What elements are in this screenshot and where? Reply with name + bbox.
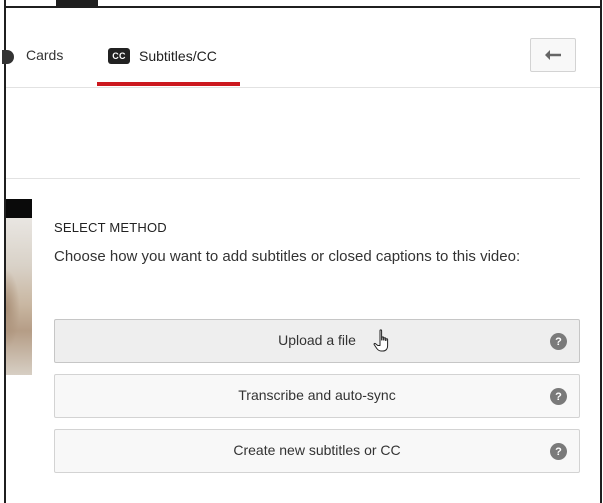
video-thumbnail-top-bar (6, 199, 32, 218)
window-border-notch (56, 0, 98, 8)
help-icon[interactable]: ? (550, 333, 567, 350)
tab-cards[interactable]: Cards (26, 47, 63, 63)
upload-file-label: Upload a file (278, 332, 356, 348)
tab-subtitles-cc[interactable]: CC Subtitles/CC (108, 45, 217, 67)
active-tab-indicator (97, 82, 240, 86)
arrow-left-icon (545, 50, 561, 60)
window-border-right (600, 0, 602, 503)
transcribe-auto-sync-label: Transcribe and auto-sync (238, 387, 396, 403)
cards-tab-icon[interactable] (2, 50, 14, 64)
closed-captions-icon: CC (108, 48, 130, 64)
upload-file-button[interactable]: Upload a file ? (54, 319, 580, 363)
section-divider (6, 178, 580, 179)
video-thumbnail-shade (6, 269, 20, 349)
video-thumbnail (6, 199, 32, 375)
tab-bar: Cards CC Subtitles/CC (2, 8, 600, 88)
back-button[interactable] (530, 38, 576, 72)
select-method-heading: SELECT METHOD (54, 220, 167, 235)
transcribe-auto-sync-button[interactable]: Transcribe and auto-sync ? (54, 374, 580, 418)
tab-bar-divider (6, 87, 600, 88)
create-new-subtitles-button[interactable]: Create new subtitles or CC ? (54, 429, 580, 473)
create-new-subtitles-label: Create new subtitles or CC (233, 442, 401, 458)
help-icon[interactable]: ? (550, 388, 567, 405)
hand-pointer-cursor-icon (373, 329, 389, 352)
select-method-description: Choose how you want to add subtitles or … (54, 248, 521, 265)
help-icon[interactable]: ? (550, 443, 567, 460)
tab-subtitles-label: Subtitles/CC (139, 48, 217, 64)
